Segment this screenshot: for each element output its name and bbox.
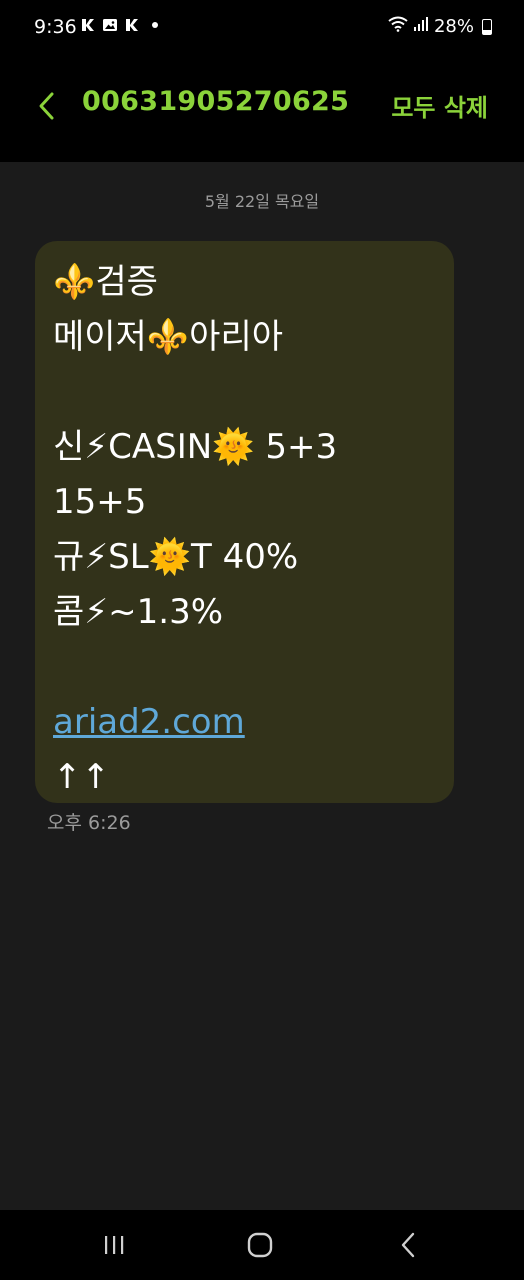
message-line: 신⚡CASIN🌞 5+3 xyxy=(53,427,338,467)
status-right: 28% xyxy=(388,16,492,37)
home-button[interactable] xyxy=(240,1228,280,1262)
contact-number[interactable]: 00631905270625 xyxy=(82,86,349,117)
message-timestamp: 오후 6:26 xyxy=(47,812,131,834)
notification-icons xyxy=(80,17,158,33)
wifi-icon xyxy=(388,16,408,37)
conversation-header: 00631905270625 모두 삭제 xyxy=(0,58,524,162)
battery-percent: 28% xyxy=(433,16,474,37)
message-line: ↑↑ xyxy=(53,757,110,797)
message-line: 15+5 xyxy=(53,482,147,522)
chevron-left-icon xyxy=(39,92,54,120)
message-link[interactable]: ariad2.com xyxy=(53,702,245,742)
back-icon xyxy=(401,1232,415,1258)
navigation-bar xyxy=(0,1210,524,1280)
sync-icon xyxy=(124,17,140,33)
message-line xyxy=(53,640,436,695)
status-time: 9:36 xyxy=(34,16,77,38)
message-line: 콤⚡~1.3% xyxy=(53,592,224,632)
message-line xyxy=(53,365,436,420)
nav-back-button[interactable] xyxy=(388,1228,428,1262)
battery-icon xyxy=(482,18,492,35)
message-line: 규⚡SL🌞T 40% xyxy=(53,537,299,577)
sync-icon xyxy=(80,17,96,33)
signal-icon xyxy=(413,16,428,37)
back-button[interactable] xyxy=(28,84,64,128)
home-icon xyxy=(247,1232,273,1258)
recents-icon xyxy=(105,1236,124,1254)
screen: 9:36 28% 00631905270625 모두 삭제 5월 22일 목요일… xyxy=(0,0,524,1280)
recents-button[interactable] xyxy=(94,1228,134,1262)
message-line: 메이저⚜️아리아 xyxy=(53,317,284,357)
date-divider: 5월 22일 목요일 xyxy=(204,192,320,211)
delete-all-button[interactable]: 모두 삭제 xyxy=(391,88,488,123)
message-line: ⚜️검증 xyxy=(53,262,158,302)
more-notifications-dot xyxy=(152,22,158,28)
status-bar: 9:36 28% xyxy=(0,0,524,58)
message-bubble[interactable]: ⚜️검증 메이저⚜️아리아 신⚡CASIN🌞 5+3 15+5 규⚡SL🌞T 4… xyxy=(35,241,454,803)
gallery-icon xyxy=(102,17,118,33)
